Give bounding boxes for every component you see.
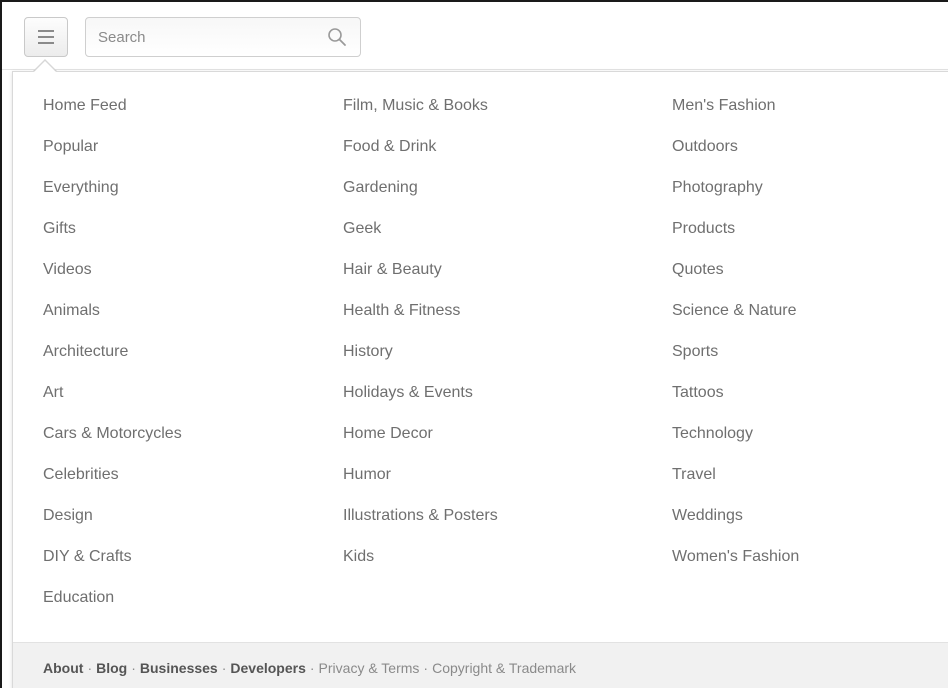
category-link[interactable]: Travel bbox=[672, 459, 799, 500]
menu-button[interactable] bbox=[24, 17, 68, 57]
category-link[interactable]: Gardening bbox=[343, 172, 498, 213]
category-link[interactable]: Film, Music & Books bbox=[343, 90, 498, 131]
category-link[interactable]: Popular bbox=[43, 131, 182, 172]
dropdown-caret-inner bbox=[34, 61, 56, 72]
category-link[interactable]: Kids bbox=[343, 541, 498, 582]
category-link[interactable]: Architecture bbox=[43, 336, 182, 377]
category-dropdown: Home Feed Popular Everything Gifts Videos Ani… bbox=[12, 71, 948, 688]
category-link[interactable]: Hair & Beauty bbox=[343, 254, 498, 295]
category-link[interactable]: Cars & Motorcycles bbox=[43, 418, 182, 459]
category-link[interactable]: Photography bbox=[672, 172, 799, 213]
top-bar bbox=[2, 2, 948, 70]
footer-link[interactable]: Copyright & Trademark bbox=[432, 660, 576, 676]
app-frame: Home FeedPopularEverythingGiftsVideosAni… bbox=[0, 0, 948, 688]
category-link[interactable]: Art bbox=[43, 377, 182, 418]
category-link[interactable]: Education bbox=[43, 582, 182, 623]
category-column-2: Film, Music & Books Food & Drink Gardening… bbox=[343, 90, 498, 582]
category-link[interactable]: Animals bbox=[43, 295, 182, 336]
category-link[interactable]: Tattoos bbox=[672, 377, 799, 418]
category-link[interactable]: Technology bbox=[672, 418, 799, 459]
category-link[interactable]: Quotes bbox=[672, 254, 799, 295]
footer-link[interactable]: Businesses bbox=[140, 660, 218, 676]
footer-separator: · bbox=[221, 660, 227, 676]
footer-links: About · Blog · Businesses · Developers · Privacy… bbox=[13, 642, 948, 688]
category-link[interactable]: Celebrities bbox=[43, 459, 182, 500]
footer-link[interactable]: Developers bbox=[230, 660, 305, 676]
footer-link[interactable]: About bbox=[43, 660, 83, 676]
footer-separator: · bbox=[309, 660, 315, 676]
search-icon[interactable] bbox=[326, 26, 348, 48]
category-link[interactable]: Weddings bbox=[672, 500, 799, 541]
category-link[interactable]: Outdoors bbox=[672, 131, 799, 172]
hamburger-icon bbox=[38, 30, 54, 32]
category-link[interactable]: Videos bbox=[43, 254, 182, 295]
footer-separator: · bbox=[131, 660, 136, 676]
category-column-1: Home Feed Popular Everything Gifts Videos Ani… bbox=[43, 90, 182, 623]
category-link[interactable]: Women's Fashion bbox=[672, 541, 799, 582]
category-link[interactable]: Men's Fashion bbox=[672, 90, 799, 131]
category-link[interactable]: Humor bbox=[343, 459, 498, 500]
category-link[interactable]: Design bbox=[43, 500, 182, 541]
category-link[interactable]: History bbox=[343, 336, 498, 377]
category-link[interactable]: Science & Nature bbox=[672, 295, 799, 336]
category-link[interactable]: Products bbox=[672, 213, 799, 254]
search-input[interactable] bbox=[86, 18, 316, 56]
category-link[interactable]: DIY & Crafts bbox=[43, 541, 182, 582]
category-link[interactable]: Food & Drink bbox=[343, 131, 498, 172]
category-link[interactable]: Holidays & Events bbox=[343, 377, 498, 418]
category-link[interactable]: Geek bbox=[343, 213, 498, 254]
category-link[interactable]: Home Feed bbox=[43, 90, 182, 131]
search-box bbox=[85, 17, 361, 57]
footer-link[interactable]: Blog bbox=[96, 660, 127, 676]
footer-separator: · bbox=[87, 660, 93, 676]
category-link[interactable]: Gifts bbox=[43, 213, 182, 254]
category-column-3: Men's Fashion Outdoors Photography Products… bbox=[672, 90, 799, 582]
category-link[interactable]: Everything bbox=[43, 172, 182, 213]
category-link[interactable]: Illustrations & Posters bbox=[343, 500, 498, 541]
category-link[interactable]: Sports bbox=[672, 336, 799, 377]
category-link[interactable]: Health & Fitness bbox=[343, 295, 498, 336]
category-link[interactable]: Home Decor bbox=[343, 418, 498, 459]
footer-link[interactable]: Privacy & Terms bbox=[319, 660, 420, 676]
footer-separator: · bbox=[423, 660, 429, 676]
